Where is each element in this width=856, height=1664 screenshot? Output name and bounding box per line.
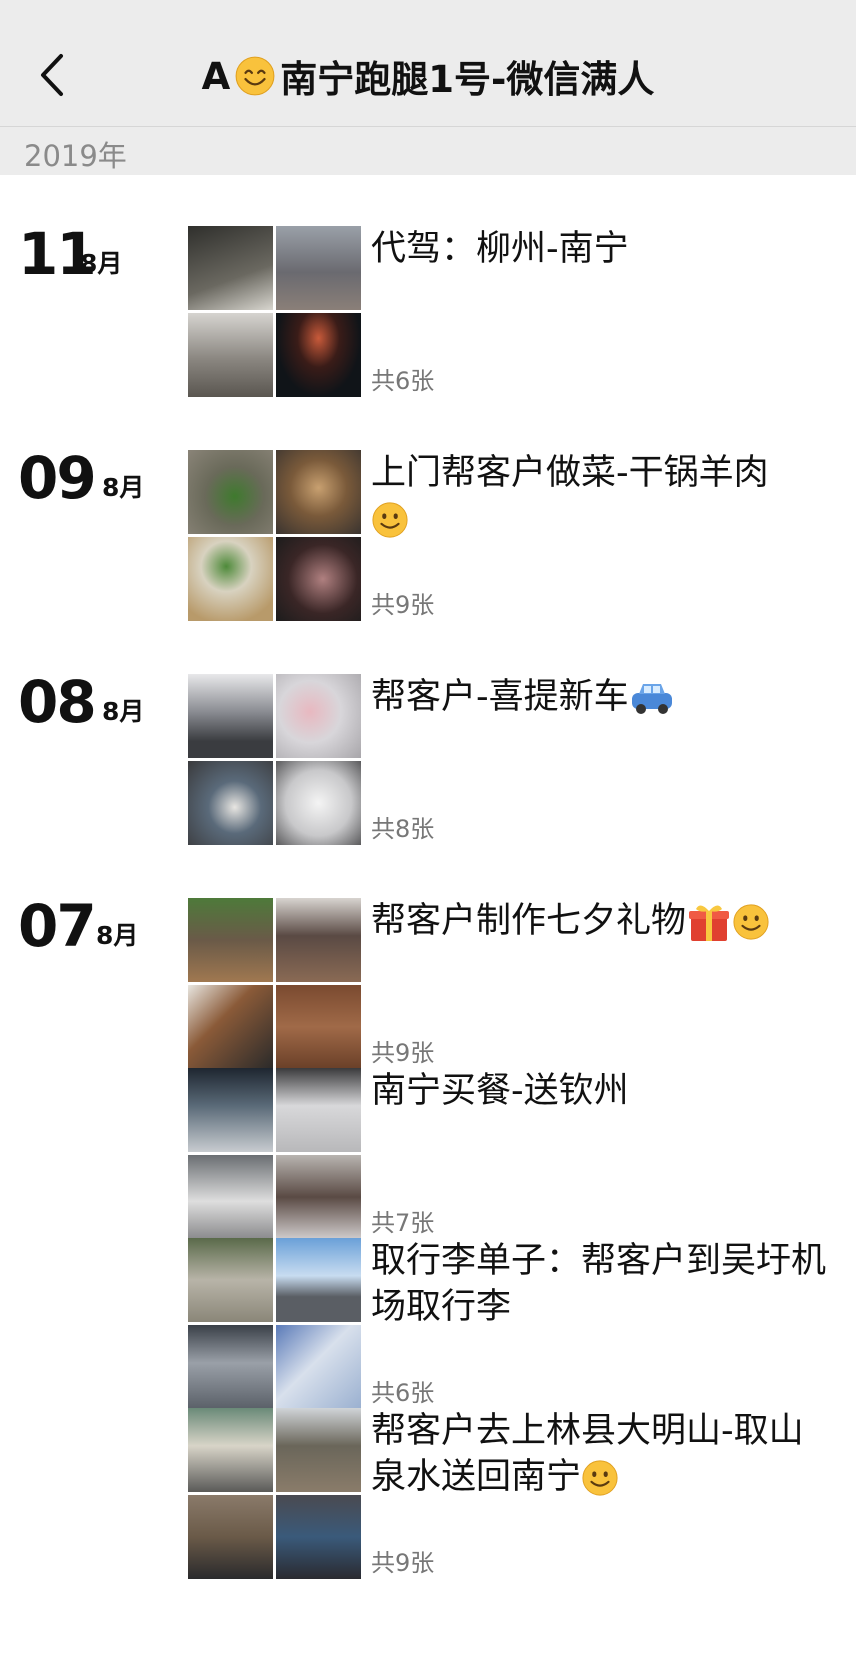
photo-thumbnail[interactable] (276, 1408, 361, 1492)
moment-post[interactable]: 南宁买餐-送钦州 共7张 (188, 1068, 838, 1240)
day-number: 07 (18, 892, 97, 960)
month-label: 8月 (80, 249, 123, 278)
photo-thumbnail[interactable] (276, 226, 361, 310)
photo-thumbnail[interactable] (188, 985, 273, 1069)
photo-thumbnail[interactable] (188, 1495, 273, 1579)
photo-grid[interactable] (188, 674, 361, 846)
title-prefix: A (201, 54, 231, 98)
car-emoji-icon (631, 684, 672, 714)
photo-thumbnail[interactable] (276, 1238, 361, 1322)
photo-thumbnail[interactable] (276, 1068, 361, 1152)
chevron-left-icon (41, 54, 63, 96)
photo-count: 共6张 (371, 1379, 435, 1407)
day-number: 09 (18, 444, 97, 512)
photo-thumbnail[interactable] (188, 537, 273, 621)
post-text: 南宁买餐-送钦州 (371, 1071, 629, 1111)
month-label: 8月 (102, 697, 145, 726)
photo-thumbnail[interactable] (276, 985, 361, 1069)
photo-grid[interactable] (188, 1238, 361, 1410)
smile-emoji-icon (582, 1460, 618, 1496)
nav-header: A 南宁跑腿1号-微信满人 (0, 0, 856, 127)
photo-grid[interactable] (188, 1068, 361, 1240)
post-text: 帮客户去上林县大明山-取山泉水送回南宁 (371, 1411, 804, 1497)
photo-thumbnail[interactable] (188, 313, 273, 397)
year-section-header: 2019年 (0, 127, 856, 175)
post-text: 代驾：柳州-南宁 (371, 229, 629, 269)
month-label: 8月 (102, 473, 145, 502)
photo-thumbnail[interactable] (276, 1325, 361, 1409)
photo-count: 共9张 (371, 591, 435, 619)
photo-count: 共6张 (371, 367, 435, 395)
moment-post[interactable]: 上门帮客户做菜-干锅羊肉 共9张 (188, 450, 838, 622)
photo-grid[interactable] (188, 450, 361, 622)
gift-emoji-icon (689, 905, 730, 941)
photo-thumbnail[interactable] (188, 674, 273, 758)
photo-grid[interactable] (188, 226, 361, 398)
photo-count: 共8张 (371, 815, 435, 843)
photo-thumbnail[interactable] (188, 1155, 273, 1239)
moment-post[interactable]: 帮客户-喜提新车 共8张 (188, 674, 838, 846)
month-label: 8月 (96, 921, 139, 950)
photo-thumbnail[interactable] (276, 898, 361, 982)
photo-count: 共9张 (371, 1039, 435, 1067)
year-label: 2019年 (24, 139, 127, 173)
photo-thumbnail[interactable] (188, 1325, 273, 1409)
photo-thumbnail[interactable] (188, 226, 273, 310)
photo-thumbnail[interactable] (188, 761, 273, 845)
title-main: 南宁跑腿1号-微信满人 (280, 58, 655, 101)
smile-emoji-icon (372, 502, 408, 538)
photo-thumbnail[interactable] (276, 674, 361, 758)
photo-thumbnail[interactable] (188, 450, 273, 534)
photo-count: 共7张 (371, 1209, 435, 1237)
photo-thumbnail[interactable] (188, 898, 273, 982)
page-title: A 南宁跑腿1号-微信满人 (100, 48, 756, 104)
photo-grid[interactable] (188, 1408, 361, 1580)
post-text: 帮客户制作七夕礼物 (371, 898, 836, 944)
post-text: 上门帮客户做菜-干锅羊肉 (371, 450, 836, 542)
moment-post[interactable]: 取行李单子：帮客户到吴圩机场取行李 共6张 (188, 1238, 838, 1410)
post-text: 帮客户-喜提新车 (371, 674, 836, 720)
back-button[interactable] (22, 40, 82, 110)
photo-thumbnail[interactable] (188, 1408, 273, 1492)
photo-thumbnail[interactable] (276, 450, 361, 534)
photo-thumbnail[interactable] (188, 1068, 273, 1152)
smile-emoji-icon (235, 56, 275, 96)
post-text: 取行李单子：帮客户到吴圩机场取行李 (371, 1241, 827, 1327)
photo-thumbnail[interactable] (188, 1238, 273, 1322)
day-number: 08 (18, 668, 97, 736)
smile-emoji-icon (733, 904, 769, 940)
photo-thumbnail[interactable] (276, 1495, 361, 1579)
photo-thumbnail[interactable] (276, 313, 361, 397)
moment-post[interactable]: 帮客户制作七夕礼物 共9张 (188, 898, 838, 1070)
photo-grid[interactable] (188, 898, 361, 1070)
photo-thumbnail[interactable] (276, 1155, 361, 1239)
photo-thumbnail[interactable] (276, 537, 361, 621)
photo-count: 共9张 (371, 1549, 435, 1577)
moment-post[interactable]: 帮客户去上林县大明山-取山泉水送回南宁 共9张 (188, 1408, 838, 1580)
photo-thumbnail[interactable] (276, 761, 361, 845)
moment-post[interactable]: 代驾：柳州-南宁 共6张 (188, 226, 838, 398)
